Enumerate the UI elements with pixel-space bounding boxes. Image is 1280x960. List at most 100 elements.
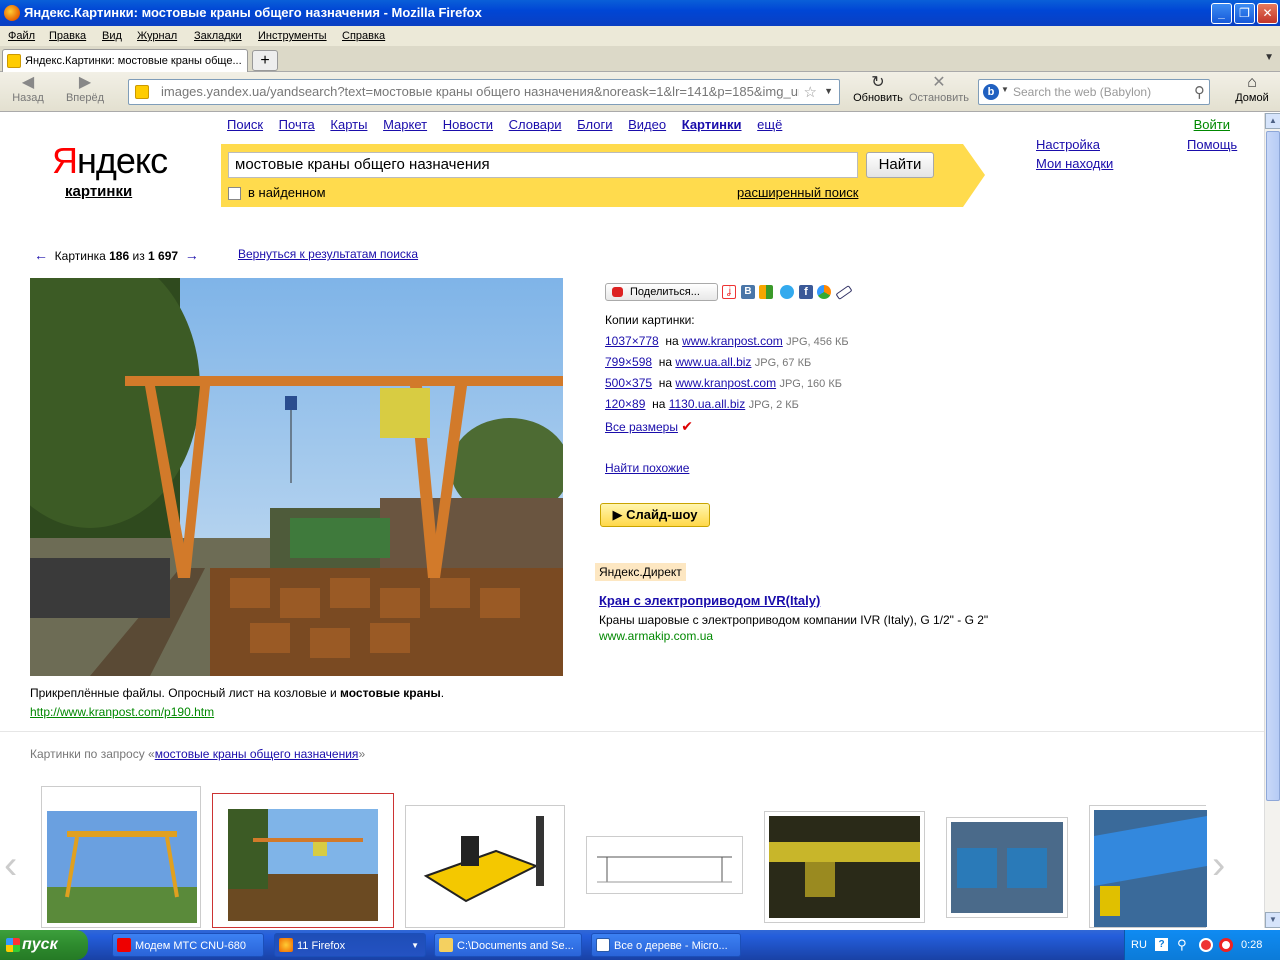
menu-help[interactable]: Справка	[342, 26, 385, 46]
source-url-link[interactable]: http://www.kranpost.com/p190.htm	[30, 705, 214, 719]
twitter-icon[interactable]	[780, 285, 794, 299]
stop-button[interactable]: ✕ Остановить	[906, 74, 972, 104]
main-crane-photo[interactable]	[30, 278, 563, 676]
copy-size-link[interactable]: 120×89	[605, 397, 645, 411]
related-thumbnail[interactable]	[405, 805, 565, 928]
scroll-up-icon[interactable]: ▲	[1265, 113, 1280, 129]
login-link[interactable]: Войти	[1194, 117, 1230, 132]
vertical-scrollbar[interactable]: ▲ ▼	[1264, 113, 1280, 928]
url-history-dropdown-icon[interactable]: ▼	[824, 86, 833, 96]
copy-size-link[interactable]: 799×598	[605, 355, 652, 369]
help-icon[interactable]: ?	[1155, 938, 1168, 951]
tab-yandex-images[interactable]: Яндекс.Картинки: мостовые краны обще...	[2, 49, 248, 72]
menu-edit[interactable]: Правка	[49, 26, 86, 46]
share-icon	[612, 287, 623, 297]
service-link-market[interactable]: Маркет	[383, 117, 427, 132]
all-sizes-link[interactable]: Все размеры	[605, 420, 678, 434]
service-link-video[interactable]: Видео	[628, 117, 666, 132]
related-query-link[interactable]: мостовые краны общего назначения	[155, 747, 359, 761]
home-button[interactable]: ⌂ Домой	[1230, 74, 1274, 104]
scroll-down-icon[interactable]: ▼	[1265, 912, 1280, 928]
forward-button[interactable]: ▶ Вперёд	[62, 74, 108, 104]
language-indicator[interactable]: RU	[1131, 930, 1147, 960]
babylon-icon[interactable]: b	[983, 84, 999, 100]
menu-view[interactable]: Вид	[102, 26, 122, 46]
in-found-checkbox[interactable]	[228, 187, 241, 200]
new-tab-button[interactable]: +	[252, 50, 278, 71]
help-link[interactable]: Помощь	[1187, 137, 1237, 152]
advanced-search-link[interactable]: расширенный поиск	[737, 185, 858, 200]
web-search-box[interactable]: b ▼ Search the web (Babylon) ⚲	[978, 79, 1210, 105]
service-link-search[interactable]: Поиск	[227, 117, 263, 132]
menu-tools[interactable]: Инструменты	[258, 26, 327, 46]
slideshow-button[interactable]: ▶ Слайд-шоу	[600, 503, 710, 527]
back-to-results-link[interactable]: Вернуться к результатам поиска	[238, 247, 418, 261]
prev-image-arrow[interactable]: ←	[34, 247, 48, 263]
menu-file[interactable]: Файл	[8, 26, 35, 46]
related-thumbnail[interactable]	[586, 836, 743, 894]
opera-tray-icon[interactable]	[1219, 938, 1233, 952]
taskbar-item-modem[interactable]: Модем МТС CNU-680	[112, 933, 264, 957]
search-input[interactable]: мостовые краны общего назначения	[228, 152, 858, 178]
search-icon[interactable]: ⚲	[1194, 83, 1205, 101]
menu-history[interactable]: Журнал	[137, 26, 177, 46]
settings-link[interactable]: Настройка	[1036, 137, 1113, 152]
share-button[interactable]: Поделиться...	[605, 283, 718, 301]
service-link-news[interactable]: Новости	[443, 117, 493, 132]
service-link-images[interactable]: Картинки	[682, 117, 742, 132]
moimir-icon[interactable]	[817, 285, 831, 299]
service-link-maps[interactable]: Карты	[330, 117, 367, 132]
ad-title-link[interactable]: Кран с электроприводом IVR(Italy)	[599, 593, 820, 608]
back-button[interactable]: ◀ Назад	[8, 74, 48, 104]
start-button[interactable]: пуск	[0, 930, 88, 960]
reload-button[interactable]: ↻ Обновить	[850, 74, 906, 104]
livejournal-icon[interactable]: ʝ	[722, 285, 736, 299]
related-thumbnail[interactable]	[41, 786, 201, 928]
scrollbar-thumb[interactable]	[1266, 131, 1280, 801]
copy-site-link[interactable]: www.kranpost.com	[682, 334, 783, 348]
copy-site-link[interactable]: www.ua.all.biz	[675, 355, 751, 369]
app-tray-icon[interactable]	[1199, 938, 1213, 952]
yandex-direct-label[interactable]: Яндекс.Директ	[595, 563, 686, 581]
service-link-mail[interactable]: Почта	[279, 117, 315, 132]
taskbar-item-firefox[interactable]: 11 Firefox ▼	[274, 933, 426, 957]
related-thumbnail[interactable]	[1089, 805, 1207, 928]
copy-site-link[interactable]: www.kranpost.com	[675, 376, 776, 390]
copy-size-link[interactable]: 500×375	[605, 376, 652, 390]
web-search-placeholder[interactable]: Search the web (Babylon)	[1013, 80, 1151, 104]
related-thumbnail[interactable]	[946, 817, 1068, 918]
carousel-next-arrow-icon[interactable]: ›	[1212, 843, 1225, 888]
minimize-button[interactable]: _	[1211, 3, 1232, 24]
in-found-label[interactable]: в найденном	[248, 185, 326, 200]
service-link-dictionaries[interactable]: Словари	[509, 117, 562, 132]
yandex-logo[interactable]: Яндекс	[52, 140, 168, 182]
copy-site-link[interactable]: 1130.ua.all.biz	[669, 397, 746, 411]
engine-dropdown-icon[interactable]: ▼	[1001, 85, 1009, 94]
my-finds-link[interactable]: Мои находки	[1036, 156, 1113, 171]
vkontakte-icon[interactable]: B	[741, 285, 755, 299]
next-image-arrow[interactable]: →	[185, 247, 199, 263]
related-thumbnail-current[interactable]	[212, 793, 394, 928]
blog-pencil-icon[interactable]	[835, 285, 853, 300]
url-text[interactable]: images.yandex.ua/yandsearch?text=мостовы…	[161, 80, 799, 104]
service-link-blogs[interactable]: Блоги	[577, 117, 612, 132]
related-thumbnail[interactable]	[764, 811, 925, 923]
taskbar-item-explorer[interactable]: C:\Documents and Se...	[434, 933, 582, 957]
service-link-more[interactable]: ещё	[757, 117, 782, 132]
taskbar-item-word[interactable]: Все о дереве - Micro...	[591, 933, 741, 957]
images-service-link[interactable]: картинки	[65, 183, 132, 200]
find-button[interactable]: Найти	[866, 152, 934, 178]
maximize-button[interactable]: ❐	[1234, 3, 1255, 24]
close-button[interactable]: ✕	[1257, 3, 1278, 24]
url-bar[interactable]: images.yandex.ua/yandsearch?text=мостовы…	[128, 79, 840, 105]
tab-list-chevron-icon[interactable]: ▼	[1264, 52, 1274, 63]
facebook-icon[interactable]: f	[799, 285, 813, 299]
menu-bookmarks[interactable]: Закладки	[194, 26, 242, 46]
copy-size-link[interactable]: 1037×778	[605, 334, 659, 348]
network-icon[interactable]: ⚲	[1177, 930, 1187, 960]
odnoklassniki-icon[interactable]	[759, 285, 773, 299]
bookmark-star-icon[interactable]: ☆	[804, 83, 817, 101]
find-similar-link[interactable]: Найти похожие	[605, 461, 689, 475]
carousel-prev-arrow-icon[interactable]: ‹	[4, 843, 17, 888]
ad-url[interactable]: www.armakip.com.ua	[599, 629, 713, 643]
